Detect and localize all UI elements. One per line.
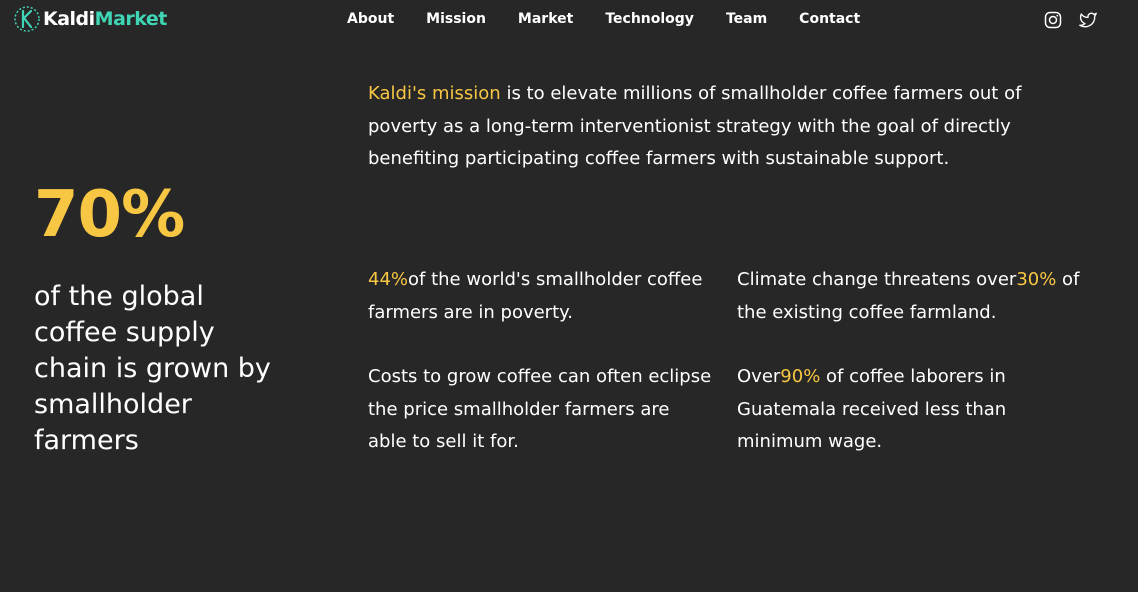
- fact-highlight: 90%: [780, 366, 821, 387]
- instagram-icon[interactable]: [1044, 11, 1062, 29]
- nav-contact[interactable]: Contact: [799, 11, 860, 27]
- fact-wages: Over90% of coffee laborers in Guatemala …: [737, 361, 1082, 459]
- logo-text-kaldi: Kaldi: [43, 8, 95, 30]
- fact-text-before: Costs to grow coffee can often eclipse t…: [368, 366, 712, 452]
- nav-team[interactable]: Team: [726, 11, 767, 27]
- hero-stat: 70%: [34, 178, 185, 252]
- fact-highlight: 30%: [1016, 269, 1057, 290]
- fact-climate: Climate change threatens over30% of the …: [737, 264, 1082, 329]
- top-navigation: KaldiMarket About Mission Market Technol…: [0, 0, 1138, 42]
- logo-text: KaldiMarket: [43, 8, 167, 30]
- nav-mission[interactable]: Mission: [426, 11, 486, 27]
- twitter-icon[interactable]: [1079, 11, 1097, 29]
- hero-description: of the global coffee supply chain is gro…: [34, 281, 271, 456]
- mission-highlight: Kaldi's mission: [368, 83, 501, 104]
- fact-text-before: Over: [737, 366, 781, 387]
- nav-technology[interactable]: Technology: [605, 11, 694, 27]
- kaldi-market-logo[interactable]: KaldiMarket: [13, 4, 167, 34]
- fact-highlight: 44%: [368, 269, 409, 290]
- fact-text-before: Climate change threatens over: [737, 269, 1017, 290]
- nav-market[interactable]: Market: [518, 11, 573, 27]
- main-menu: About Mission Market Technology Team Con…: [347, 11, 892, 27]
- fact-costs: Costs to grow coffee can often eclipse t…: [368, 361, 713, 459]
- social-links: [1044, 11, 1097, 29]
- logo-k-icon: [14, 6, 40, 32]
- mission-statement: Kaldi's mission is to elevate millions o…: [368, 78, 1048, 176]
- fact-text-after: of the world's smallholder coffee farmer…: [368, 269, 703, 323]
- logo-text-market: Market: [94, 8, 168, 30]
- fact-poverty: 44%of the world's smallholder coffee far…: [368, 264, 713, 329]
- nav-about[interactable]: About: [347, 11, 394, 27]
